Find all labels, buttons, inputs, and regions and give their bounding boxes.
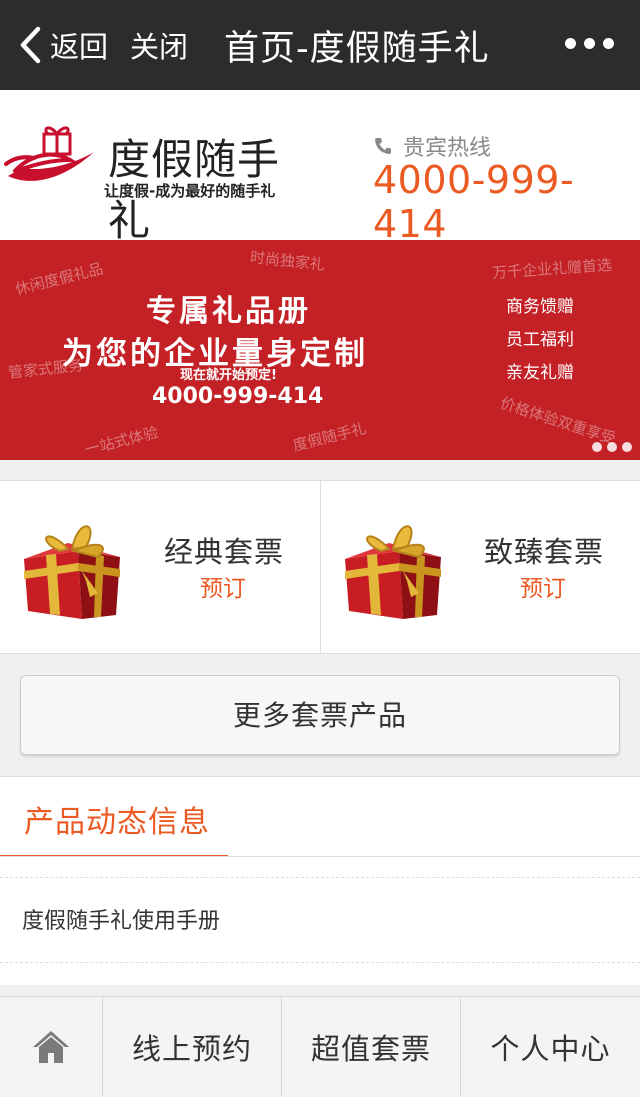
product-card-premium[interactable]: 致臻套票 预订 — [320, 481, 640, 653]
book-button[interactable]: 预订 — [200, 569, 246, 603]
home-icon — [33, 1031, 69, 1063]
tab-value-packages[interactable]: 超值套票 — [281, 997, 460, 1097]
carousel-dots[interactable] — [592, 442, 632, 452]
news-list-item[interactable]: 度假随手礼使用手册 — [22, 903, 220, 935]
promo-banner[interactable]: 休闲度假礼品 时尚独家礼 万千企业礼赠首选 管家式服务 一站式体验 度假随手礼 … — [0, 240, 640, 460]
logo-slogan: 让度假-成为最好的随手礼 — [104, 182, 276, 200]
site-header: 度假随手礼 让度假-成为最好的随手礼 贵宾热线 4000-999-414 — [0, 90, 640, 246]
product-card-classic[interactable]: 经典套票 预订 — [0, 481, 320, 653]
page-title: 首页-度假随手礼 — [224, 28, 490, 69]
banner-feature-item: 员工福利 — [506, 330, 574, 350]
product-cards: 经典套票 预订 致臻套票 预订 — [0, 480, 640, 654]
more-products-button[interactable]: 更多套票产品 — [20, 675, 620, 755]
divider — [0, 877, 640, 878]
bottom-tabbar: 线上预约 超值套票 个人中心 — [0, 996, 640, 1097]
product-name: 经典套票 — [163, 535, 284, 569]
carousel-dot[interactable] — [607, 442, 617, 452]
back-chevron-icon — [20, 26, 41, 64]
top-navbar: 返回 关闭 首页-度假随手礼 — [0, 0, 640, 90]
tab-personal-center[interactable]: 个人中心 — [460, 997, 640, 1097]
banner-watermark: 万千企业礼赠首选 — [491, 255, 613, 283]
phone-icon — [375, 138, 391, 154]
back-label: 返回 — [50, 30, 109, 64]
banner-watermark: 价格体验双重享受 — [498, 393, 618, 449]
more-products-section: 更多套票产品 — [0, 655, 640, 777]
banner-subtitle: 现在就开始预定! — [180, 368, 277, 383]
logo-bird-gift-icon — [4, 126, 94, 181]
back-button[interactable]: 返回 — [18, 24, 108, 66]
more-options-button[interactable] — [565, 38, 614, 49]
hotline-number[interactable]: 4000-999-414 — [373, 158, 640, 246]
tab-label: 产品动态信息 — [24, 805, 210, 840]
carousel-dot[interactable] — [592, 442, 602, 452]
banner-watermark: 度假随手礼 — [291, 419, 369, 455]
tab-product-news[interactable]: 产品动态信息 — [0, 777, 228, 857]
tab-home[interactable] — [0, 997, 102, 1097]
news-section: 产品动态信息 度假随手礼使用手册 — [0, 777, 640, 985]
divider — [0, 856, 640, 857]
banner-title-line1: 专属礼品册 — [146, 294, 311, 329]
banner-feature-item: 商务馈赠 — [506, 297, 574, 317]
divider — [0, 962, 640, 963]
banner-watermark: 时尚独家礼 — [249, 248, 326, 274]
book-button[interactable]: 预订 — [520, 569, 566, 603]
banner-watermark: 休闲度假礼品 — [13, 259, 105, 299]
more-dots-icon — [565, 38, 576, 49]
banner-phone: 4000-999-414 — [152, 384, 324, 409]
banner-feature-list: 商务馈赠 员工福利 亲友礼赠 — [506, 292, 574, 391]
tab-online-booking[interactable]: 线上预约 — [102, 997, 281, 1097]
close-button[interactable]: 关闭 — [130, 24, 188, 66]
banner-feature-item: 亲友礼赠 — [506, 363, 574, 383]
brand-logo[interactable]: 度假随手礼 让度假-成为最好的随手礼 — [4, 120, 304, 245]
carousel-dot[interactable] — [622, 442, 632, 452]
banner-watermark: 一站式体验 — [83, 423, 161, 459]
product-name: 致臻套票 — [483, 535, 604, 569]
